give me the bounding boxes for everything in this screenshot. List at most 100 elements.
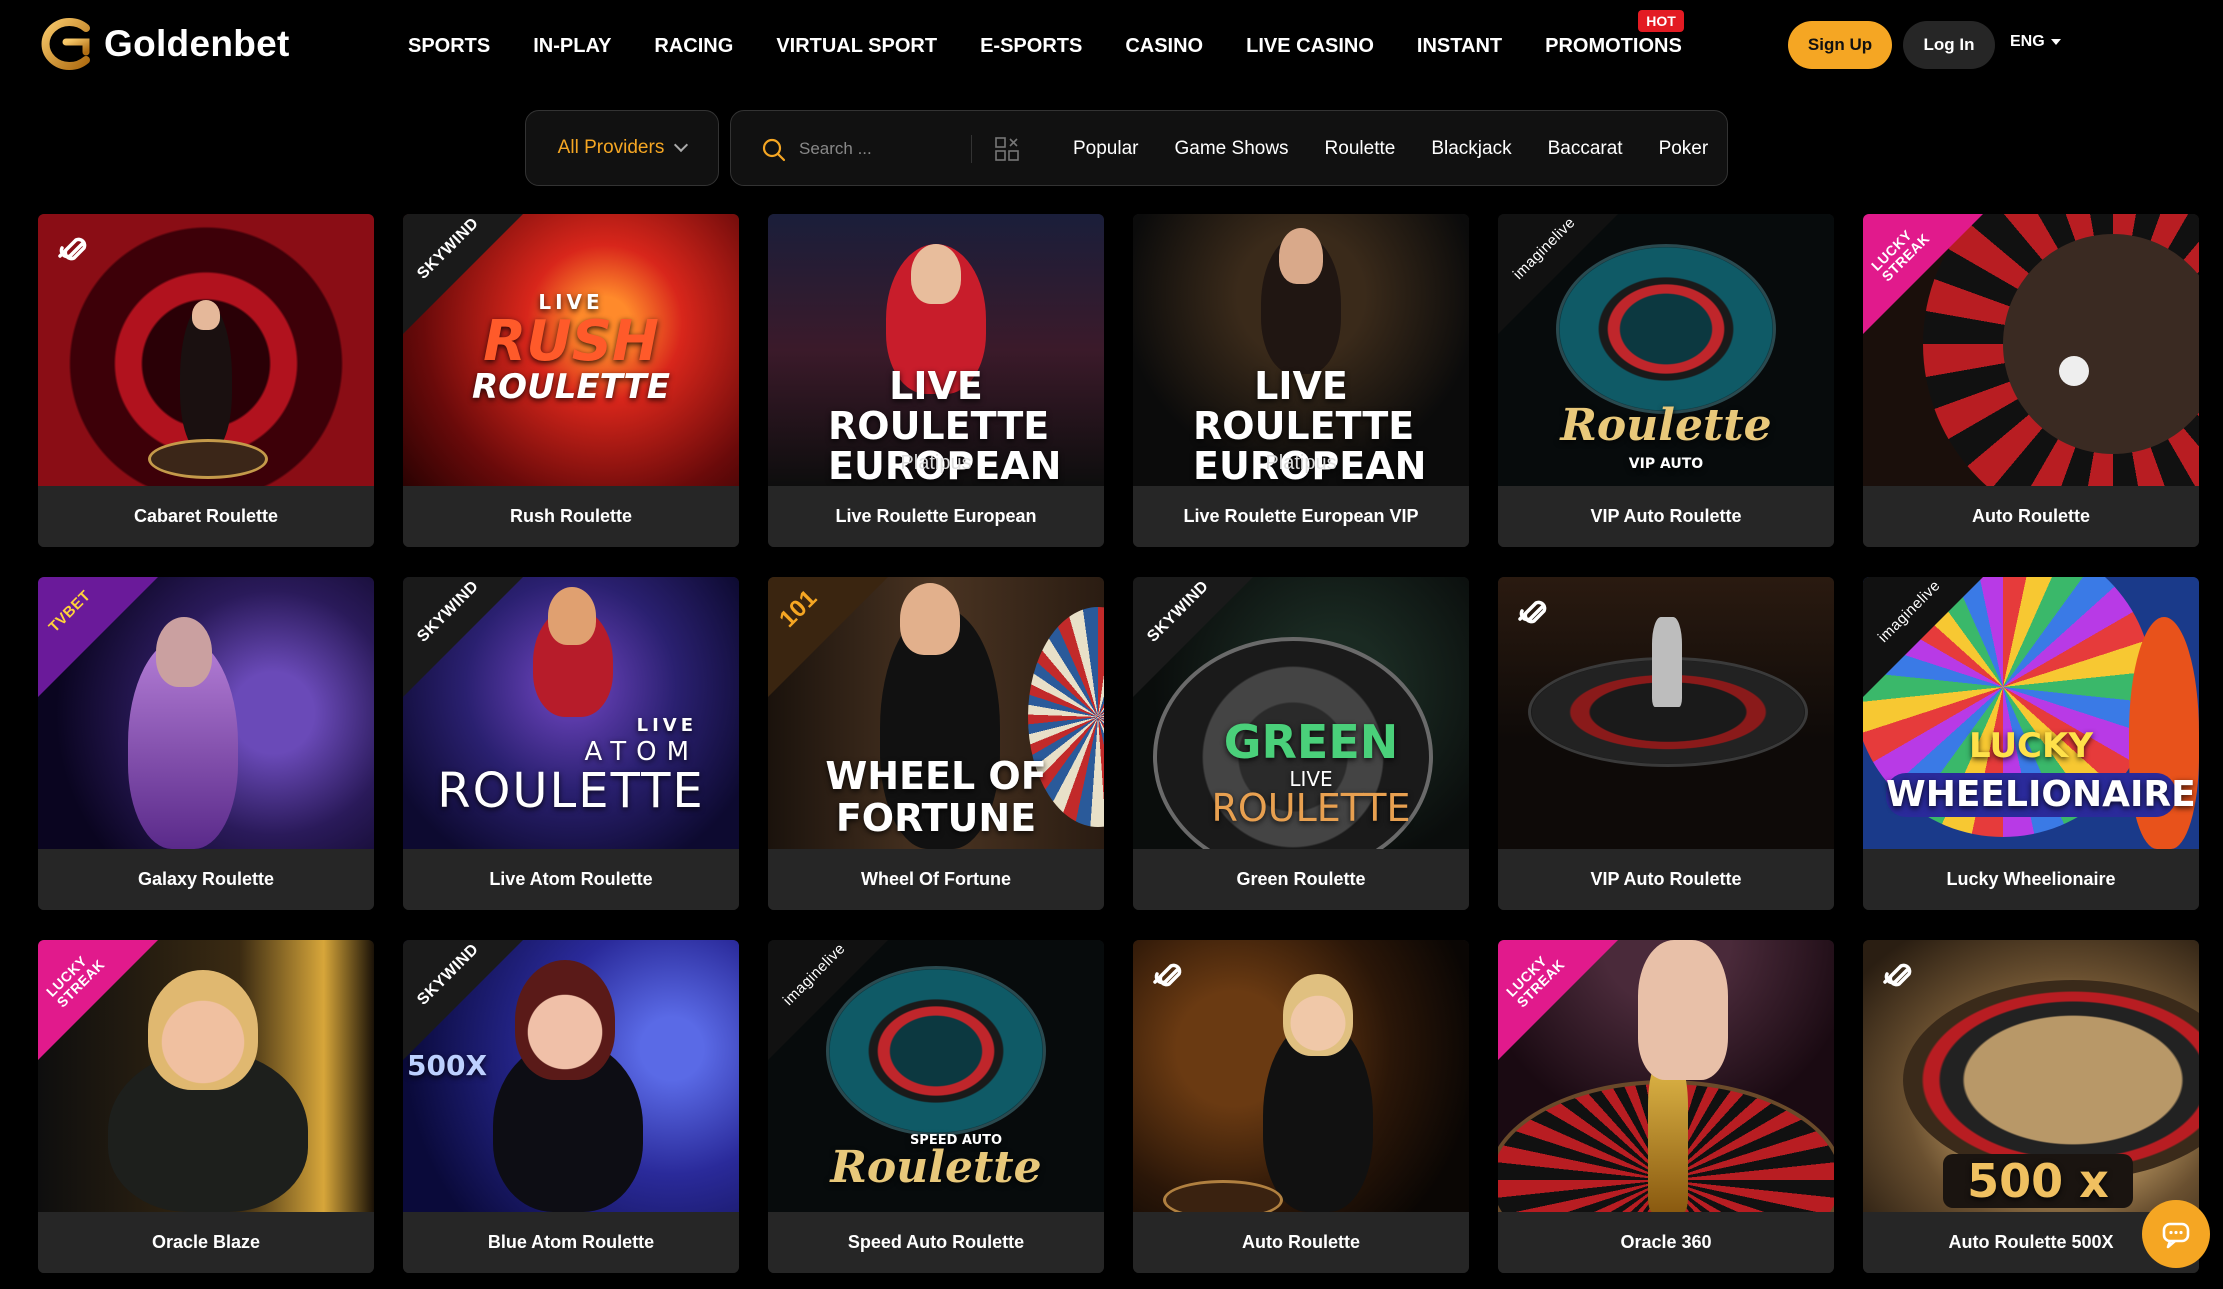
- game-card[interactable]: VIP Auto Roulette: [1498, 577, 1834, 910]
- game-thumbnail: TVBET: [38, 577, 374, 849]
- dealer-head: [548, 587, 596, 645]
- chat-button[interactable]: [2142, 1200, 2210, 1268]
- thumb-sub-text: ROULETTE: [1211, 786, 1411, 830]
- game-card[interactable]: LIVE ROULETTE EUROPEAN Platipus Live Rou…: [768, 214, 1104, 547]
- roulette-wheel: [1163, 1180, 1283, 1212]
- providers-dropdown[interactable]: All Providers: [525, 110, 719, 186]
- dealer-head: [900, 583, 960, 655]
- search-divider: [971, 135, 972, 163]
- game-card[interactable]: LIVE ATOM ROULETTE SKYWIND Live Atom Rou…: [403, 577, 739, 910]
- game-card[interactable]: LUCKY WHEELIONAIRE imaginelive Lucky Whe…: [1863, 577, 2199, 910]
- tab-popular[interactable]: Popular: [1073, 138, 1139, 160]
- game-thumbnail: Roulette VIP AUTO imaginelive: [1498, 214, 1834, 486]
- game-thumbnail: 500 x: [1863, 940, 2199, 1212]
- language-selector[interactable]: ENG: [2010, 33, 2061, 51]
- nav-live-casino[interactable]: LIVE CASINO: [1246, 30, 1374, 62]
- main-nav: SPORTS IN-PLAY RACING VIRTUAL SPORT E-SP…: [408, 10, 1684, 62]
- game-card[interactable]: LUCKY STREAK Oracle Blaze: [38, 940, 374, 1273]
- game-card[interactable]: Cabaret Roulette: [38, 214, 374, 547]
- thumb-sub-text: FORTUNE: [835, 796, 1037, 840]
- dealer-head: [1283, 974, 1353, 1056]
- game-card[interactable]: 500X SKYWIND Blue Atom Roulette: [403, 940, 739, 1273]
- nav-promotions[interactable]: PROMOTIONS HOT: [1545, 10, 1684, 62]
- thumb-top-text: GREEN: [1223, 715, 1399, 769]
- dealer-head: [148, 970, 258, 1090]
- brand-logo[interactable]: Goldenbet: [36, 18, 290, 70]
- search-filter-bar: Popular Game Shows Roulette Blackjack Ba…: [730, 110, 1728, 186]
- grid-view-icon[interactable]: [994, 136, 1020, 162]
- language-label: ENG: [2010, 33, 2045, 50]
- thumb-main-text: ATOM: [584, 737, 699, 767]
- tab-baccarat[interactable]: Baccarat: [1548, 138, 1623, 160]
- game-card[interactable]: SPEED AUTO Roulette imaginelive Speed Au…: [768, 940, 1104, 1273]
- nav-sports[interactable]: SPORTS: [408, 30, 490, 62]
- top-header: Goldenbet SPORTS IN-PLAY RACING VIRTUAL …: [0, 0, 2223, 92]
- nav-racing[interactable]: RACING: [654, 30, 733, 62]
- game-title: Green Roulette: [1133, 849, 1469, 910]
- game-title: Galaxy Roulette: [38, 849, 374, 910]
- dealer-head: [156, 617, 212, 687]
- nav-promotions-label: PROMOTIONS: [1545, 35, 1682, 57]
- thumb-sub-text: VIP AUTO: [1628, 456, 1704, 472]
- game-title: Blue Atom Roulette: [403, 1212, 739, 1273]
- provider-corner: [768, 577, 888, 697]
- game-thumbnail: LUCKY STREAK: [1498, 940, 1834, 1212]
- roulette-ball: [2059, 356, 2089, 386]
- game-title: VIP Auto Roulette: [1498, 486, 1834, 547]
- link-icon: [58, 237, 87, 261]
- thumb-sub-text: Platipus: [1265, 452, 1337, 474]
- tab-blackjack[interactable]: Blackjack: [1431, 138, 1511, 160]
- game-card[interactable]: LUCKY STREAK Oracle 360: [1498, 940, 1834, 1273]
- game-thumbnail: [38, 214, 374, 486]
- nav-e-sports[interactable]: E-SPORTS: [980, 30, 1082, 62]
- thumb-main-text: 500 x: [1943, 1154, 2133, 1208]
- nav-virtual-sport[interactable]: VIRTUAL SPORT: [776, 30, 937, 62]
- game-title: Live Roulette European VIP: [1133, 486, 1469, 547]
- game-thumbnail: WHEEL OF FORTUNE 101: [768, 577, 1104, 849]
- game-title: Speed Auto Roulette: [768, 1212, 1104, 1273]
- game-card[interactable]: TVBET Galaxy Roulette: [38, 577, 374, 910]
- dealer-hand: [1638, 940, 1728, 1080]
- thumb-main-text: Roulette: [1560, 400, 1772, 451]
- log-in-button[interactable]: Log In: [1903, 21, 1995, 69]
- sign-up-button[interactable]: Sign Up: [1788, 21, 1892, 69]
- dealer-head: [1279, 228, 1323, 284]
- game-thumbnail: [1498, 577, 1834, 849]
- game-thumbnail: LIVE ROULETTE EUROPEAN VIP Platipus: [1133, 214, 1469, 486]
- game-title: Live Roulette European: [768, 486, 1104, 547]
- thumb-sub-text: Platipus: [900, 452, 972, 474]
- game-card[interactable]: GREEN LIVE ROULETTE SKYWIND Green Roulet…: [1133, 577, 1469, 910]
- game-card[interactable]: LUCKY STREAK Auto Roulette: [1863, 214, 2199, 547]
- game-title: Oracle Blaze: [38, 1212, 374, 1273]
- search-input[interactable]: [799, 133, 949, 165]
- game-thumbnail: GREEN LIVE ROULETTE SKYWIND: [1133, 577, 1469, 849]
- nav-instant[interactable]: INSTANT: [1417, 30, 1502, 62]
- game-thumbnail: LIVE ROULETTE EUROPEAN Platipus: [768, 214, 1104, 486]
- game-card[interactable]: Roulette VIP AUTO imaginelive VIP Auto R…: [1498, 214, 1834, 547]
- tab-game-shows[interactable]: Game Shows: [1175, 138, 1289, 160]
- game-thumbnail: LUCKY WHEELIONAIRE imaginelive: [1863, 577, 2199, 849]
- providers-label: All Providers: [557, 137, 665, 158]
- nav-casino[interactable]: CASINO: [1125, 30, 1203, 62]
- nav-in-play[interactable]: IN-PLAY: [533, 30, 611, 62]
- chevron-down-icon: [674, 137, 689, 153]
- game-title: Live Atom Roulette: [403, 849, 739, 910]
- game-card[interactable]: WHEEL OF FORTUNE 101 Wheel Of Fortune: [768, 577, 1104, 910]
- link-icon: [1153, 963, 1182, 987]
- roulette-wheel: [1903, 980, 2199, 1180]
- thumb-main-text: LUCKY: [1969, 726, 2093, 766]
- game-grid: Cabaret Roulette LIVE RUSH ROULETTE SKYW…: [38, 214, 2199, 1273]
- game-card[interactable]: Auto Roulette: [1133, 940, 1469, 1273]
- goldenbet-logo-icon: [41, 18, 90, 70]
- game-thumbnail: LUCKY STREAK: [1863, 214, 2199, 486]
- tab-poker[interactable]: Poker: [1659, 138, 1709, 160]
- roulette-wheel: [148, 439, 268, 479]
- thumb-main-text: Roulette: [830, 1142, 1042, 1193]
- thumb-top-text: LIVE: [636, 715, 697, 736]
- link-icon: [1883, 963, 1912, 987]
- tab-roulette[interactable]: Roulette: [1325, 138, 1396, 160]
- provider-corner: [38, 577, 158, 697]
- game-card[interactable]: LIVE RUSH ROULETTE SKYWIND Rush Roulette: [403, 214, 739, 547]
- game-title: Auto Roulette: [1133, 1212, 1469, 1273]
- game-card[interactable]: LIVE ROULETTE EUROPEAN VIP Platipus Live…: [1133, 214, 1469, 547]
